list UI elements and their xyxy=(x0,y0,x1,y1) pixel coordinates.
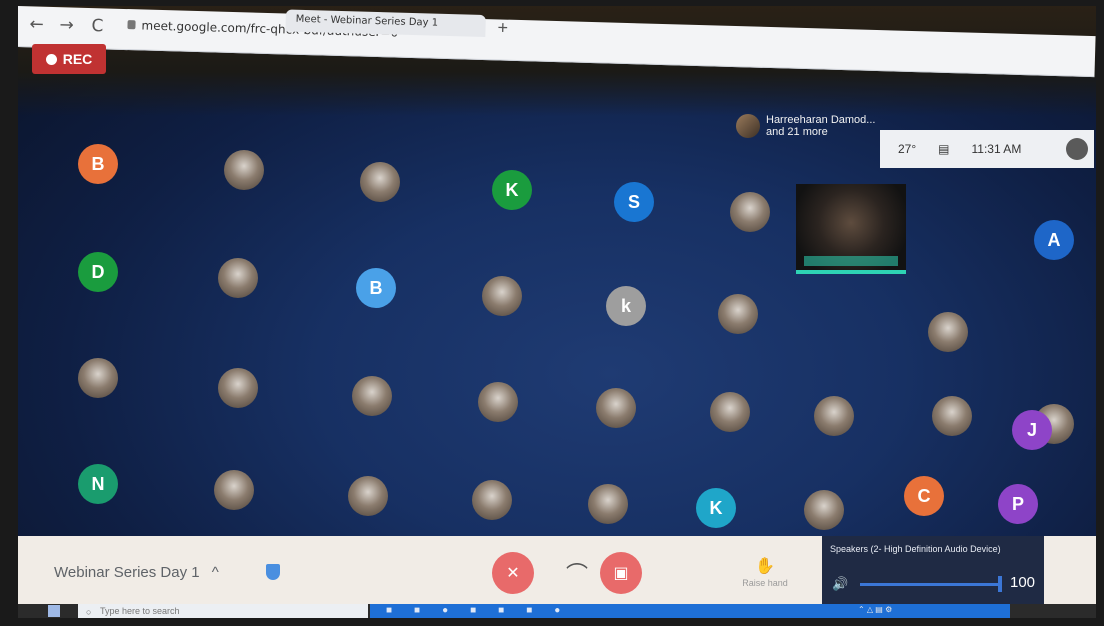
windows-taskbar: ○ Type here to search ■■●■■■● ⌃ △ ▤ ⚙ xyxy=(18,604,1096,618)
participant-avatar[interactable]: C xyxy=(904,476,944,516)
participant-avatar[interactable]: K xyxy=(492,170,532,210)
presenter-name: Harreeharan Damod... xyxy=(766,114,876,126)
recording-badge: REC xyxy=(32,44,106,74)
record-dot-icon xyxy=(45,53,57,65)
back-icon[interactable]: ← xyxy=(29,14,44,34)
participant-avatar[interactable] xyxy=(214,470,254,510)
participant-avatar[interactable]: J xyxy=(1012,410,1052,450)
taskbar-app-icons[interactable]: ■■●■■■● xyxy=(386,605,582,616)
raise-hand-button[interactable]: ✋ Raise hand xyxy=(730,556,800,588)
new-tab-icon[interactable]: + xyxy=(497,17,508,38)
taskbar-search[interactable]: ○ Type here to search xyxy=(78,604,368,618)
participant-avatar[interactable] xyxy=(718,294,758,334)
participant-avatar[interactable] xyxy=(588,484,628,524)
participant-avatar[interactable] xyxy=(710,392,750,432)
presenter-text: Harreeharan Damod... and 21 more xyxy=(766,114,875,138)
audio-level-bar xyxy=(804,256,898,266)
self-video-tile xyxy=(796,184,906,274)
participant-avatar[interactable]: B xyxy=(78,144,118,184)
temperature: 27° xyxy=(898,142,917,156)
participant-avatar[interactable] xyxy=(804,490,844,530)
search-icon: ○ xyxy=(86,607,92,617)
presenter-avatar xyxy=(736,114,760,138)
participant-avatar[interactable]: A xyxy=(1034,220,1074,260)
participant-avatar[interactable]: P xyxy=(998,484,1038,524)
lock-icon xyxy=(127,20,136,30)
user-avatar[interactable] xyxy=(1066,138,1088,160)
participant-avatar[interactable] xyxy=(472,480,512,520)
phone-hangup-icon: ⌒ xyxy=(565,562,588,587)
camera-off-button[interactable]: ▣ xyxy=(600,552,642,594)
participant-avatar[interactable] xyxy=(928,312,968,352)
reload-icon[interactable]: C xyxy=(91,16,103,36)
leave-call-button[interactable]: ⌒ xyxy=(556,552,598,594)
participant-avatar[interactable] xyxy=(360,162,400,202)
windows-start-icon[interactable] xyxy=(48,605,60,617)
mic-off-icon: ✕ xyxy=(506,565,520,582)
participant-avatar[interactable] xyxy=(730,192,770,232)
chevron-up-icon: ^ xyxy=(211,564,219,581)
participant-avatar[interactable] xyxy=(482,276,522,316)
participant-avatar[interactable] xyxy=(78,358,118,398)
hand-icon: ✋ xyxy=(755,558,775,575)
participant-avatar[interactable] xyxy=(596,388,636,428)
camera-off-icon: ▣ xyxy=(613,565,629,582)
raise-hand-label: Raise hand xyxy=(742,578,788,588)
speaker-icon[interactable]: 🔊 xyxy=(832,576,848,592)
volume-slider-thumb[interactable] xyxy=(998,576,1002,592)
participant-avatar[interactable] xyxy=(218,258,258,298)
taskbar-search-placeholder: Type here to search xyxy=(100,606,180,616)
participant-avatar[interactable]: D xyxy=(78,252,118,292)
recording-label: REC xyxy=(62,51,93,67)
participant-avatar[interactable] xyxy=(352,376,392,416)
system-tray-icon[interactable]: ⌃ △ ▤ ⚙ xyxy=(858,605,892,614)
participant-avatar[interactable]: B xyxy=(356,268,396,308)
browser-toolbar: ← → C meet.google.com/frc-qhcx-bdf/authu… xyxy=(18,6,1096,78)
shield-icon[interactable] xyxy=(266,564,280,580)
participant-avatar[interactable]: S xyxy=(614,182,654,222)
volume-slider[interactable] xyxy=(860,583,998,586)
presenter-more: and 21 more xyxy=(766,126,828,138)
participant-avatar[interactable] xyxy=(478,382,518,422)
mic-off-button[interactable]: ✕ xyxy=(492,552,534,594)
participant-avatar[interactable] xyxy=(932,396,972,436)
participant-avatar[interactable]: N xyxy=(78,464,118,504)
clock-time: 11:31 AM xyxy=(971,142,1022,156)
participant-avatar[interactable] xyxy=(814,396,854,436)
meeting-title: Webinar Series Day 1 xyxy=(54,564,200,581)
system-clock-widget: 27° ▤ 11:31 AM xyxy=(880,130,1094,168)
speaker-volume-popup: Speakers (2- High Definition Audio Devic… xyxy=(822,536,1044,604)
speaker-device-label: Speakers (2- High Definition Audio Devic… xyxy=(830,544,1001,554)
participant-avatar[interactable] xyxy=(218,368,258,408)
forward-icon[interactable]: → xyxy=(59,15,74,35)
presenter-indicator: Harreeharan Damod... and 21 more xyxy=(736,114,875,138)
participant-avatar[interactable]: k xyxy=(606,286,646,326)
meeting-details[interactable]: Webinar Series Day 1 ^ xyxy=(54,564,219,581)
meet-screen: ← → C meet.google.com/frc-qhcx-bdf/authu… xyxy=(18,6,1096,618)
participant-avatar[interactable] xyxy=(224,150,264,190)
volume-value: 100 xyxy=(1010,574,1036,591)
captions-icon[interactable]: ▤ xyxy=(938,142,949,156)
participant-avatar[interactable]: K xyxy=(696,488,736,528)
participant-avatar[interactable] xyxy=(348,476,388,516)
